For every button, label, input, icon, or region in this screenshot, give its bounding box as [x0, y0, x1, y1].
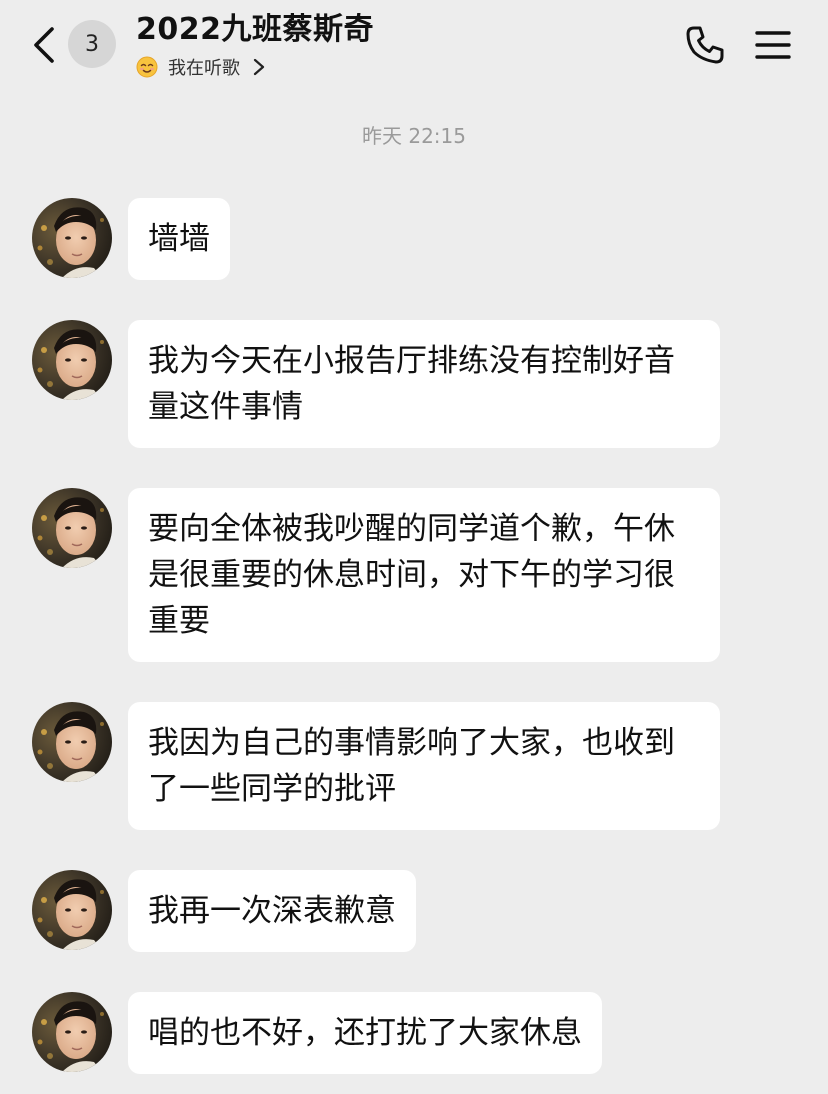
chat-header: 3 2022九班蔡斯奇 我在听歌 — [0, 0, 828, 100]
avatar[interactable] — [32, 870, 112, 950]
avatar[interactable] — [32, 488, 112, 568]
listening-status[interactable]: 我在听歌 — [136, 52, 266, 82]
unread-count-badge[interactable]: 3 — [68, 20, 116, 68]
hamburger-menu-icon — [755, 31, 791, 59]
message-bubble[interactable]: 我为今天在小报告厅排练没有控制好音量这件事情 — [128, 320, 720, 448]
message-bubble[interactable]: 我再一次深表歉意 — [128, 870, 416, 952]
chevron-right-icon — [253, 58, 265, 76]
avatar[interactable] — [32, 702, 112, 782]
avatar[interactable] — [32, 320, 112, 400]
avatar[interactable] — [32, 198, 112, 278]
message-bubble[interactable]: 要向全体被我吵醒的同学道个歉，午休是很重要的休息时间，对下午的学习很重要 — [128, 488, 720, 662]
message-bubble[interactable]: 墙墙 — [128, 198, 230, 280]
message-bubble[interactable]: 我因为自己的事情影响了大家，也收到了一些同学的批评 — [128, 702, 720, 830]
smiling-emoji-icon — [136, 56, 158, 78]
more-menu-button[interactable] — [752, 24, 794, 66]
avatar[interactable] — [32, 992, 112, 1072]
message-timestamp: 昨天 22:15 — [362, 124, 466, 148]
status-text: 我在听歌 — [168, 58, 240, 79]
voice-call-button[interactable] — [682, 22, 728, 68]
chat-title: 2022九班蔡斯奇 — [136, 12, 374, 47]
chevron-left-icon — [34, 27, 54, 63]
phone-icon — [686, 26, 724, 64]
back-button[interactable] — [24, 20, 64, 70]
message-bubble[interactable]: 唱的也不好，还打扰了大家休息 — [128, 992, 602, 1074]
